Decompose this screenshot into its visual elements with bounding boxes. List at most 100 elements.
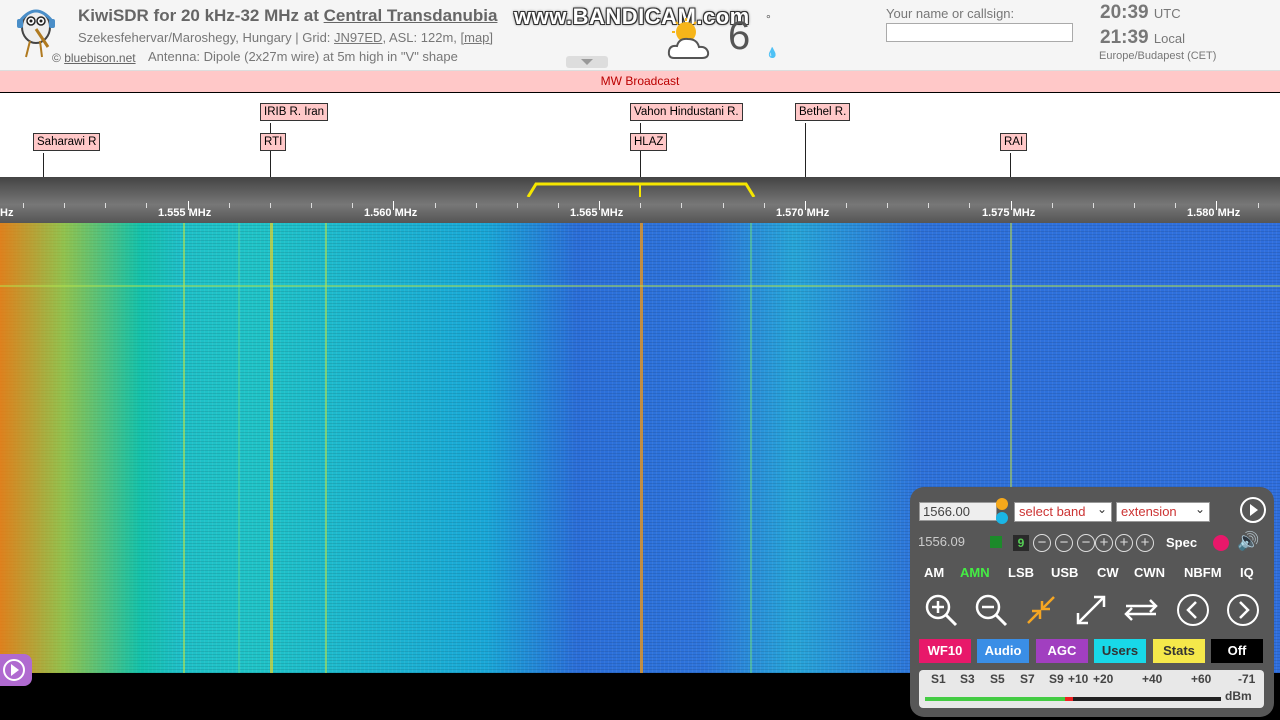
freq-label: 1.555 MHz <box>158 207 212 219</box>
swap-arrows-icon[interactable] <box>1120 589 1162 631</box>
mode-amn[interactable]: AMN <box>960 565 990 580</box>
zoom-in-magnifier-icon[interactable] <box>920 589 962 631</box>
scale-tick <box>846 203 847 208</box>
zoom-to-band-icon[interactable] <box>1020 589 1062 631</box>
signal-trace <box>640 223 643 673</box>
band-bar[interactable]: MW Broadcast <box>0 71 1280 92</box>
freq-label: Hz <box>0 207 14 219</box>
external-link-icon[interactable] <box>990 536 1002 548</box>
tab-users[interactable]: Users <box>1094 639 1146 663</box>
extension-select[interactable]: extension <box>1116 500 1210 522</box>
partly-cloudy-icon <box>667 18 710 59</box>
scale-tick <box>476 203 477 208</box>
timezone: Europe/Budapest (CET) <box>1099 50 1217 62</box>
map-link[interactable]: [map] <box>461 30 494 45</box>
s-meter-label: S7 <box>1020 672 1035 686</box>
passband-marker[interactable] <box>526 181 756 197</box>
callsign-input[interactable] <box>886 23 1073 42</box>
scale-tick <box>105 203 106 208</box>
s-meter-label: S5 <box>990 672 1005 686</box>
s-meter-unit: dBm <box>1225 689 1252 703</box>
s-meter-label: S1 <box>931 672 946 686</box>
scale-tick <box>1052 203 1053 208</box>
step-down-button[interactable] <box>996 512 1008 524</box>
zoom-out-small-icon[interactable]: − <box>1077 534 1095 552</box>
page-left-icon[interactable] <box>1172 589 1214 631</box>
zoom-out-icon[interactable]: − <box>1055 534 1073 552</box>
top-bar: © bluebison.net KiwiSDR for 20 kHz-32 MH… <box>0 0 1280 71</box>
s-meter-label: +40 <box>1142 672 1163 686</box>
mode-cwn[interactable]: CWN <box>1134 565 1165 580</box>
freq-label: 1.575 MHz <box>982 207 1036 219</box>
dx-label[interactable]: Saharawi R <box>33 133 101 151</box>
scale-tick <box>188 201 189 210</box>
grid-link[interactable]: JN97ED <box>334 30 382 45</box>
zoom-full-icon[interactable] <box>1070 589 1112 631</box>
dx-label[interactable]: IRIB R. Iran <box>260 103 329 121</box>
scale-tick <box>1175 203 1176 208</box>
dx-label[interactable]: RTI <box>260 133 287 151</box>
scale-tick <box>640 203 641 208</box>
tab-off[interactable]: Off <box>1211 639 1263 663</box>
scale-tick <box>311 203 312 208</box>
zoom-level: 9 <box>1013 535 1029 551</box>
bluebison-link[interactable]: bluebison.net <box>64 51 135 65</box>
temperature-unit: ° <box>766 12 771 26</box>
scale-tick <box>64 203 65 208</box>
page-right-icon[interactable] <box>1222 589 1264 631</box>
local-clock: 21:39 Local <box>1100 27 1185 48</box>
mode-usb[interactable]: USB <box>1051 565 1078 580</box>
zoom-out-magnifier-icon[interactable] <box>970 589 1012 631</box>
frequency-input[interactable] <box>919 502 997 521</box>
scale-tick <box>1134 203 1135 208</box>
run-icon[interactable] <box>1240 497 1266 523</box>
step-up-button[interactable] <box>996 498 1008 510</box>
scale-tick <box>599 201 600 210</box>
zoom-in-icon[interactable]: + <box>1115 534 1133 552</box>
scale-tick <box>229 203 230 208</box>
zoom-out-max-icon[interactable]: − <box>1033 534 1051 552</box>
band-select[interactable]: select band <box>1014 500 1112 522</box>
scale-tick <box>23 203 24 208</box>
dx-label[interactable]: Vahon Hindustani R. <box>630 103 743 121</box>
tab-audio[interactable]: Audio <box>977 639 1029 663</box>
page-title: KiwiSDR for 20 kHz-32 MHz at Central Tra… <box>78 6 498 25</box>
spec-toggle[interactable]: Spec <box>1166 535 1197 550</box>
tab-stats[interactable]: Stats <box>1153 639 1205 663</box>
tab-wf10[interactable]: WF10 <box>919 639 971 663</box>
s-meter-peak <box>1065 697 1073 701</box>
scale-tick <box>805 201 806 210</box>
dx-label[interactable]: HLAZ <box>630 133 668 151</box>
signal-trace <box>750 223 752 673</box>
s-meter: S1 S3 S5 S7 S9 +10 +20 +40 +60 -71 dBm <box>919 670 1264 708</box>
freq-label: 1.560 MHz <box>364 207 418 219</box>
mode-cw[interactable]: CW <box>1097 565 1119 580</box>
collapse-header-button[interactable] <box>566 56 608 68</box>
freq-label: 1.580 MHz <box>1187 207 1241 219</box>
control-panel: select band extension 1556.09 9 − − − + … <box>910 487 1274 717</box>
s-meter-value: -71 <box>1238 672 1256 686</box>
mode-lsb[interactable]: LSB <box>1008 565 1034 580</box>
dx-label[interactable]: Bethel R. <box>795 103 851 121</box>
speaker-icon[interactable]: 🔊 <box>1237 531 1259 552</box>
mode-iq[interactable]: IQ <box>1240 565 1254 580</box>
dx-label[interactable]: RAI <box>1000 133 1028 151</box>
tab-agc[interactable]: AGC <box>1036 639 1088 663</box>
antenna-info: Antenna: Dipole (2x27m wire) at 5m high … <box>148 49 458 64</box>
scale-tick <box>517 203 518 208</box>
play-audio-button[interactable] <box>0 654 32 686</box>
dx-marker-line <box>1010 153 1011 177</box>
record-icon[interactable] <box>1213 535 1229 551</box>
zoom-in-max-icon[interactable]: + <box>1136 534 1154 552</box>
mode-nbfm[interactable]: NBFM <box>1184 565 1222 580</box>
scale-tick <box>723 203 724 208</box>
s-meter-label: +60 <box>1191 672 1212 686</box>
waterfall-band-line <box>0 285 1280 287</box>
frequency-scale[interactable]: Hz 1.555 MHz 1.560 MHz 1.565 MHz 1.570 M… <box>0 177 1280 223</box>
mode-am[interactable]: AM <box>924 565 944 580</box>
location-link[interactable]: Central Transdanubia <box>324 6 498 25</box>
zoom-in-small-icon[interactable]: + <box>1095 534 1113 552</box>
scale-tick <box>435 203 436 208</box>
dx-marker-line <box>805 123 806 177</box>
scale-tick <box>764 203 765 208</box>
